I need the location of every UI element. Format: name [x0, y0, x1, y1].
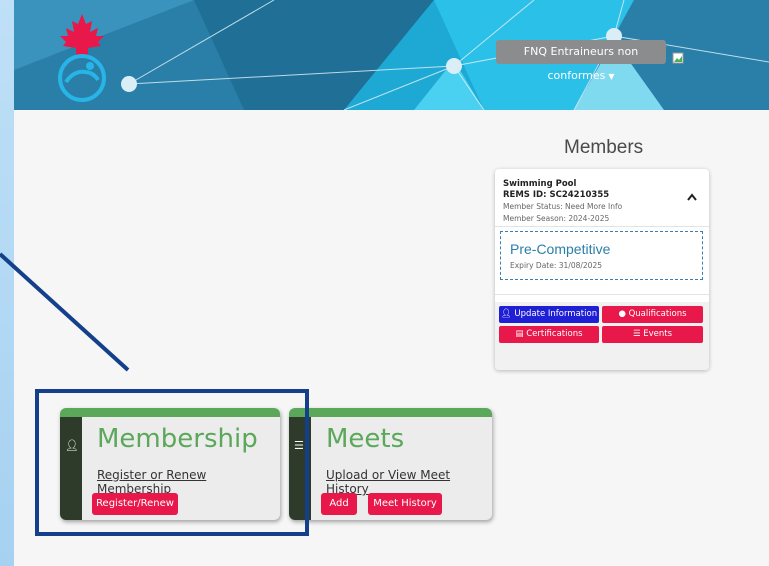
update-information-button[interactable]: 👤︎ Update Information [499, 306, 599, 323]
annotation-highlight-box [35, 389, 309, 536]
meet-history-button[interactable]: Meet History [368, 493, 442, 515]
upload-view-meet-history-link[interactable]: Upload or View Meet History [326, 468, 492, 496]
caret-down-icon: ▼ [608, 72, 615, 81]
add-meet-button[interactable]: Add [321, 493, 357, 515]
member-actions: 👤︎ Update Information ● Qualifications ▤… [495, 302, 709, 370]
canada-swimming-logo [58, 14, 106, 102]
member-pool-name: Swimming Pool [503, 179, 577, 189]
tile-accent-bar [289, 408, 492, 417]
certificate-icon: ▤ [515, 329, 524, 339]
membership-expiry: Expiry Date: 31/08/2025 [510, 261, 602, 270]
members-title: Members [564, 137, 644, 158]
chevron-up-icon[interactable] [687, 191, 697, 204]
left-background-strip [0, 0, 14, 566]
card-divider [495, 226, 709, 227]
member-status: Member Status: Need More Info [503, 202, 623, 211]
events-button[interactable]: ☰ Events [602, 326, 703, 343]
card-divider [495, 294, 709, 295]
events-label: Events [643, 329, 673, 339]
site-header: FNQ Entraineurs non conformes ▼ [14, 0, 769, 110]
qualifications-button[interactable]: ● Qualifications [602, 306, 703, 323]
meets-title: Meets [326, 424, 405, 454]
membership-category-box: Pre-Competitive Expiry Date: 31/08/2025 [500, 231, 703, 280]
badge-icon: ● [618, 309, 626, 319]
list-icon: ☰ [632, 329, 641, 339]
certifications-label: Certifications [526, 329, 583, 339]
certifications-button[interactable]: ▤ Certifications [499, 326, 599, 343]
broken-image-icon [672, 52, 684, 64]
membership-category: Pre-Competitive [510, 241, 611, 257]
qualifications-label: Qualifications [628, 309, 687, 319]
user-account-dropdown[interactable]: FNQ Entraineurs non conformes ▼ [496, 40, 666, 82]
member-card: Swimming Pool REMS ID: SC24210355 Member… [495, 169, 709, 370]
member-season: Member Season: 2024-2025 [503, 214, 610, 223]
member-rems-id: REMS ID: SC24210355 [503, 190, 610, 200]
person-icon: 👤︎ [500, 309, 512, 319]
update-information-label: Update Information [514, 309, 598, 319]
meets-tile: ☰ Meets Upload or View Meet History Add … [289, 408, 492, 520]
